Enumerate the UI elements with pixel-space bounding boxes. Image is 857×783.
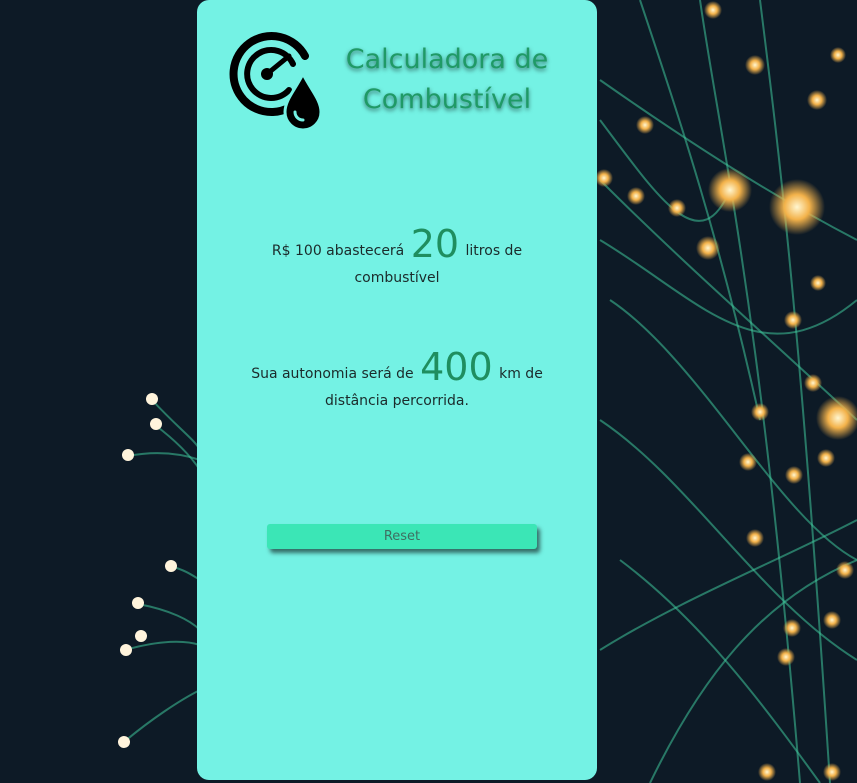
autonomy-result-text: Sua autonomia será de 400 km de distânci… (237, 348, 557, 415)
calculator-card: Calculadora de Combustível R$ 100 abaste… (197, 0, 597, 780)
speedometer-fuel-drop-icon (223, 28, 327, 132)
fuel-result-text: R$ 100 abastecerá 20 litros de combustív… (237, 225, 557, 292)
page-title: Calculadora de Combustível (337, 40, 557, 120)
autonomy-result-prefix: Sua autonomia será de (251, 366, 414, 382)
fuel-result-prefix: R$ 100 abastecerá (271, 243, 405, 259)
liters-value: 20 (410, 222, 460, 266)
title-line-2: Combustível (362, 84, 532, 115)
reset-button[interactable]: Reset (267, 524, 537, 549)
title-line-1: Calculadora de (345, 44, 549, 75)
km-value: 400 (420, 345, 493, 389)
